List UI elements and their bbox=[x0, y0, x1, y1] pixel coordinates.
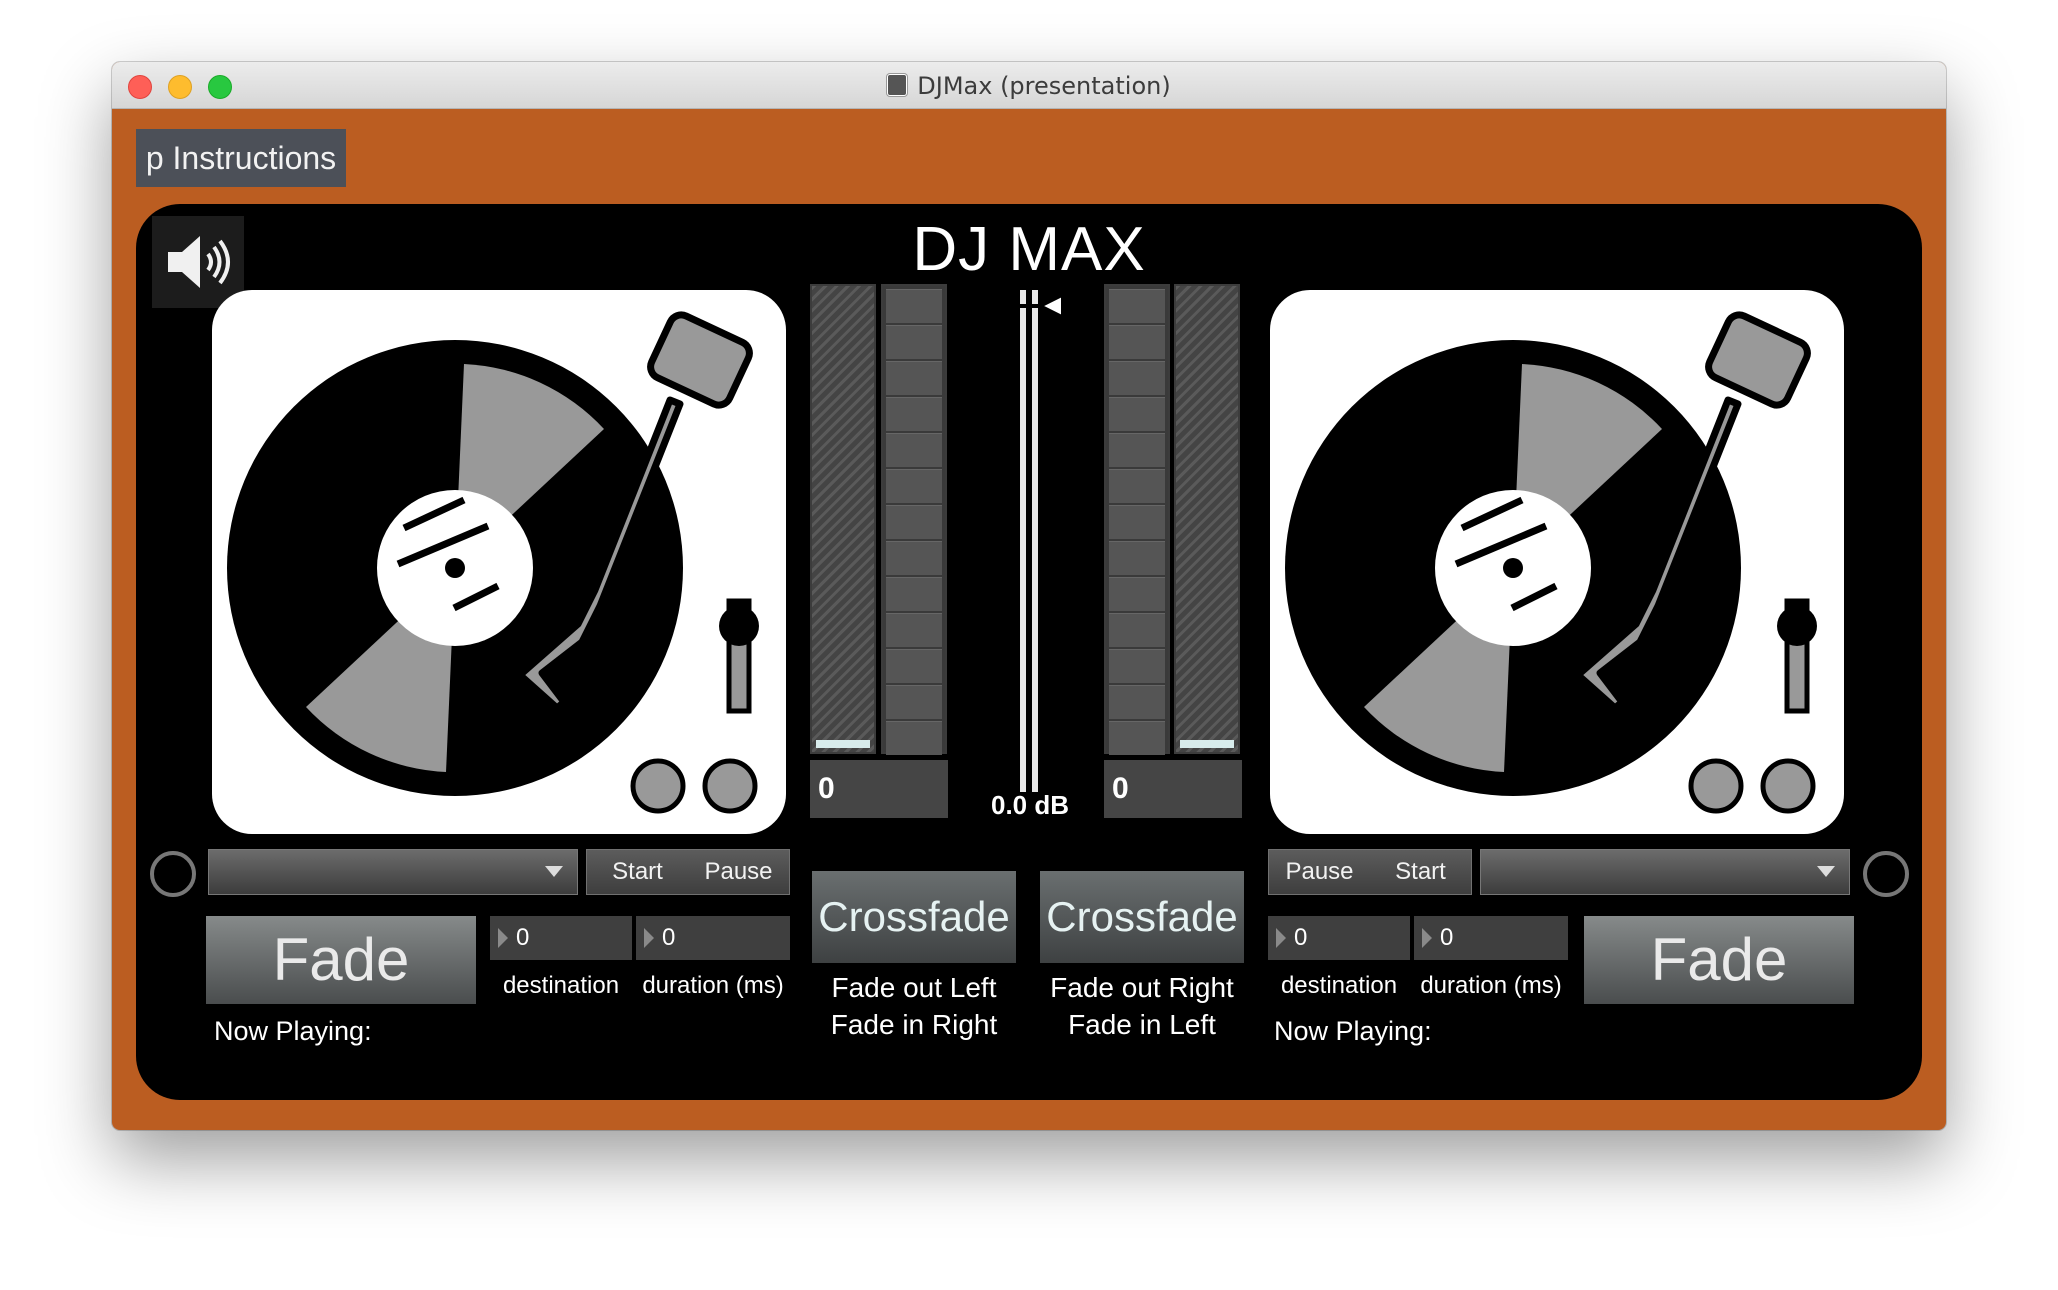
right-start-button[interactable]: Start bbox=[1370, 850, 1471, 894]
left-destination-input[interactable]: 0 bbox=[490, 916, 632, 960]
left-start-button[interactable]: Start bbox=[587, 850, 688, 894]
left-now-playing: Now Playing: bbox=[214, 1016, 372, 1046]
right-turntable[interactable] bbox=[1270, 290, 1844, 834]
right-duration-label: duration (ms) bbox=[1420, 972, 1562, 999]
right-meter-value[interactable]: 0 bbox=[1104, 760, 1242, 818]
instructions-button[interactable]: p Instructions bbox=[136, 129, 346, 187]
app-window: DJMax (presentation) p Instructions DJ M… bbox=[112, 62, 1946, 1130]
document-icon bbox=[887, 74, 908, 96]
left-fade-button[interactable]: Fade bbox=[206, 916, 476, 1004]
left-duration-input[interactable]: 0 bbox=[636, 916, 790, 960]
crossfade-right-button[interactable]: Crossfade bbox=[1040, 871, 1244, 963]
right-duration-input[interactable]: 0 bbox=[1414, 916, 1568, 960]
left-duration-label: duration (ms) bbox=[642, 972, 784, 999]
left-cue-indicator[interactable] bbox=[150, 851, 196, 897]
right-duration-value: 0 bbox=[1440, 924, 1454, 951]
left-destination-label: destination bbox=[502, 972, 620, 999]
right-cue-indicator[interactable] bbox=[1863, 851, 1909, 897]
right-track-dropdown[interactable] bbox=[1480, 849, 1850, 895]
right-now-playing: Now Playing: bbox=[1274, 1016, 1432, 1046]
panel-title: DJ MAX bbox=[912, 215, 1146, 284]
left-destination-value: 0 bbox=[516, 924, 530, 951]
title-bar: DJMax (presentation) bbox=[112, 62, 1946, 109]
crossfade-left-button[interactable]: Crossfade bbox=[812, 871, 1016, 963]
crossfade-left-caption: Fade out Left Fade in Right bbox=[812, 969, 1016, 1043]
left-turntable[interactable] bbox=[212, 290, 786, 834]
right-transport: Pause Start bbox=[1268, 849, 1472, 895]
window-title-text: DJMax (presentation) bbox=[917, 72, 1171, 100]
turntable-graphic-icon bbox=[227, 311, 759, 814]
master-gain-slider[interactable] bbox=[1016, 290, 1042, 792]
right-segment-meter bbox=[1104, 284, 1170, 755]
right-level-meter bbox=[1174, 284, 1240, 754]
left-pause-button[interactable]: Pause bbox=[688, 850, 789, 894]
right-fade-button[interactable]: Fade bbox=[1584, 916, 1854, 1004]
triangle-right-icon bbox=[498, 928, 508, 948]
meter-base bbox=[816, 740, 870, 748]
right-destination-input[interactable]: 0 bbox=[1268, 916, 1410, 960]
triangle-right-icon bbox=[1422, 928, 1432, 948]
triangle-right-icon bbox=[644, 928, 654, 948]
meter-base bbox=[1180, 740, 1234, 748]
left-transport: Start Pause bbox=[586, 849, 790, 895]
chevron-down-icon bbox=[545, 866, 563, 877]
gain-pointer-icon bbox=[1040, 294, 1063, 318]
right-destination-value: 0 bbox=[1294, 924, 1308, 951]
left-track-dropdown[interactable] bbox=[208, 849, 578, 895]
crossfade-right-caption-line1: Fade out Right bbox=[1050, 972, 1234, 1003]
turntable-graphic-icon bbox=[1285, 311, 1817, 814]
crossfade-left-caption-line2: Fade in Right bbox=[830, 1009, 998, 1040]
window-title: DJMax (presentation) bbox=[112, 72, 1946, 100]
crossfade-right-caption-line2: Fade in Left bbox=[1068, 1009, 1216, 1040]
triangle-right-icon bbox=[1276, 928, 1286, 948]
crossfade-right-caption: Fade out Right Fade in Left bbox=[1040, 969, 1244, 1043]
master-gain-readout: 0.0 dB bbox=[990, 790, 1070, 820]
right-pause-button[interactable]: Pause bbox=[1269, 850, 1370, 894]
left-meter-value[interactable]: 0 bbox=[810, 760, 948, 818]
left-segment-meter bbox=[881, 284, 947, 755]
crossfade-left-caption-line1: Fade out Left bbox=[831, 972, 997, 1003]
left-level-meter bbox=[810, 284, 876, 754]
right-destination-label: destination bbox=[1280, 972, 1398, 999]
dj-panel: DJ MAX 0 0.0 dB 0 Start Pause Fade 0 0 d… bbox=[136, 204, 1922, 1100]
left-duration-value: 0 bbox=[662, 924, 676, 951]
chevron-down-icon bbox=[1817, 866, 1835, 877]
